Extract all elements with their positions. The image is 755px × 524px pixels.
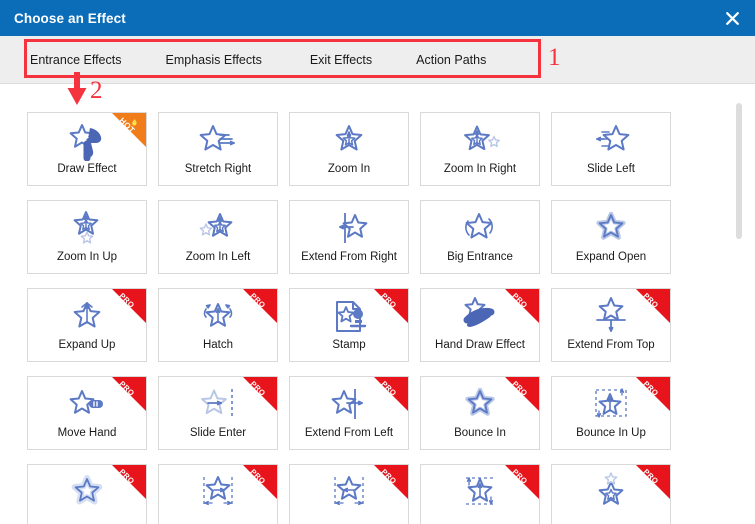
effect-label: Zoom In	[327, 163, 371, 175]
effect-label: Slide Left	[587, 163, 635, 175]
effect-label: Hand Draw Effect	[435, 339, 525, 351]
choose-an-effect-dialog: Choose an Effect Entrance Effects Emphas…	[0, 0, 755, 524]
effect-card[interactable]: Extend From Top PRO	[551, 288, 671, 362]
effect-card[interactable]: PRO	[289, 464, 409, 524]
compress-horizontal-icon	[290, 467, 408, 515]
effect-label: Hatch	[202, 339, 234, 351]
effect-card[interactable]: Draw Effect HOT	[27, 112, 147, 186]
effect-card[interactable]: Hatch PRO	[158, 288, 278, 362]
effect-label: Zoom In Left	[185, 251, 251, 263]
effect-label: Extend From Left	[304, 427, 394, 439]
title-bar: Choose an Effect	[0, 0, 755, 36]
draw-effect-icon	[28, 115, 146, 163]
effect-card[interactable]: Move Hand PRO	[27, 376, 147, 450]
effect-label: Zoom In Right	[443, 163, 517, 175]
bounce-in-icon	[421, 379, 539, 427]
effect-card[interactable]: Zoom In Up	[27, 200, 147, 274]
effect-label: Extend From Top	[567, 339, 655, 351]
effect-card[interactable]: PRO	[27, 464, 147, 524]
bounce-in-up-icon	[552, 379, 670, 427]
expand-open-icon	[552, 203, 670, 251]
stamp-icon	[290, 291, 408, 339]
close-button[interactable]	[709, 0, 755, 36]
effect-label: Extend From Right	[301, 251, 397, 263]
slide-left-icon	[552, 115, 670, 163]
double-star-icon	[552, 467, 670, 515]
effect-label: Bounce In Up	[576, 427, 646, 439]
effect-card[interactable]: Bounce In Up PRO	[551, 376, 671, 450]
tab-list: Entrance Effects Emphasis Effects Exit E…	[0, 36, 486, 83]
effect-card[interactable]: Slide Left	[551, 112, 671, 186]
tab-exit-effects[interactable]: Exit Effects	[310, 47, 372, 73]
effect-card[interactable]: Stamp PRO	[289, 288, 409, 362]
effect-card[interactable]: Zoom In Left	[158, 200, 278, 274]
tab-action-paths[interactable]: Action Paths	[416, 47, 486, 73]
effect-label: Bounce In	[454, 427, 506, 439]
move-hand-icon	[28, 379, 146, 427]
hatch-icon	[159, 291, 277, 339]
effects-grid: Draw Effect HOT Stretch Right Zoom In Zoom I…	[27, 112, 717, 524]
zoom-in-right-icon	[421, 115, 539, 163]
effect-card[interactable]: Big Entrance	[420, 200, 540, 274]
zoom-in-up-icon	[28, 203, 146, 251]
slide-enter-icon	[159, 379, 277, 427]
tab-emphasis-effects[interactable]: Emphasis Effects	[166, 47, 262, 73]
effect-card[interactable]: Stretch Right	[158, 112, 278, 186]
effect-label: Stretch Right	[184, 163, 252, 175]
effect-card[interactable]: PRO	[551, 464, 671, 524]
effect-label: Draw Effect	[57, 163, 117, 175]
effect-label: Slide Enter	[189, 427, 247, 439]
zoom-in-left-icon	[159, 203, 277, 251]
effect-card[interactable]: Extend From Right	[289, 200, 409, 274]
effect-card[interactable]: PRO	[158, 464, 278, 524]
close-icon	[725, 11, 739, 25]
tab-bar: Entrance Effects Emphasis Effects Exit E…	[0, 36, 755, 84]
effect-label: Zoom In Up	[56, 251, 118, 263]
scrollbar-thumb[interactable]	[736, 103, 742, 239]
effect-label: Move Hand	[57, 427, 117, 439]
effect-card[interactable]: Zoom In	[289, 112, 409, 186]
effect-card[interactable]: Bounce In PRO	[420, 376, 540, 450]
effect-card[interactable]: Extend From Left PRO	[289, 376, 409, 450]
effect-card[interactable]: Slide Enter PRO	[158, 376, 278, 450]
stretch-right-icon	[159, 115, 277, 163]
extend-from-left-icon	[290, 379, 408, 427]
extend-from-right-icon	[290, 203, 408, 251]
effect-label: Big Entrance	[447, 251, 513, 263]
glow-star-icon	[28, 467, 146, 515]
hand-draw-effect-icon	[421, 291, 539, 339]
effect-card[interactable]: Hand Draw Effect PRO	[420, 288, 540, 362]
effect-label: Expand Up	[58, 339, 116, 351]
tab-entrance-effects[interactable]: Entrance Effects	[30, 47, 122, 73]
extend-from-top-icon	[552, 291, 670, 339]
effect-card[interactable]: Expand Open	[551, 200, 671, 274]
stretch-horizontal-icon	[159, 467, 277, 515]
zoom-in-icon	[290, 115, 408, 163]
effect-card[interactable]: Expand Up PRO	[27, 288, 147, 362]
dialog-title: Choose an Effect	[14, 10, 126, 26]
expand-up-icon	[28, 291, 146, 339]
effect-card[interactable]: PRO	[420, 464, 540, 524]
stretch-vertical-icon	[421, 467, 539, 515]
effect-card[interactable]: Zoom In Right	[420, 112, 540, 186]
effects-panel: Draw Effect HOT Stretch Right Zoom In Zoom I…	[0, 84, 755, 524]
big-entrance-icon	[421, 203, 539, 251]
effect-label: Stamp	[332, 339, 366, 351]
effect-label: Expand Open	[575, 251, 647, 263]
